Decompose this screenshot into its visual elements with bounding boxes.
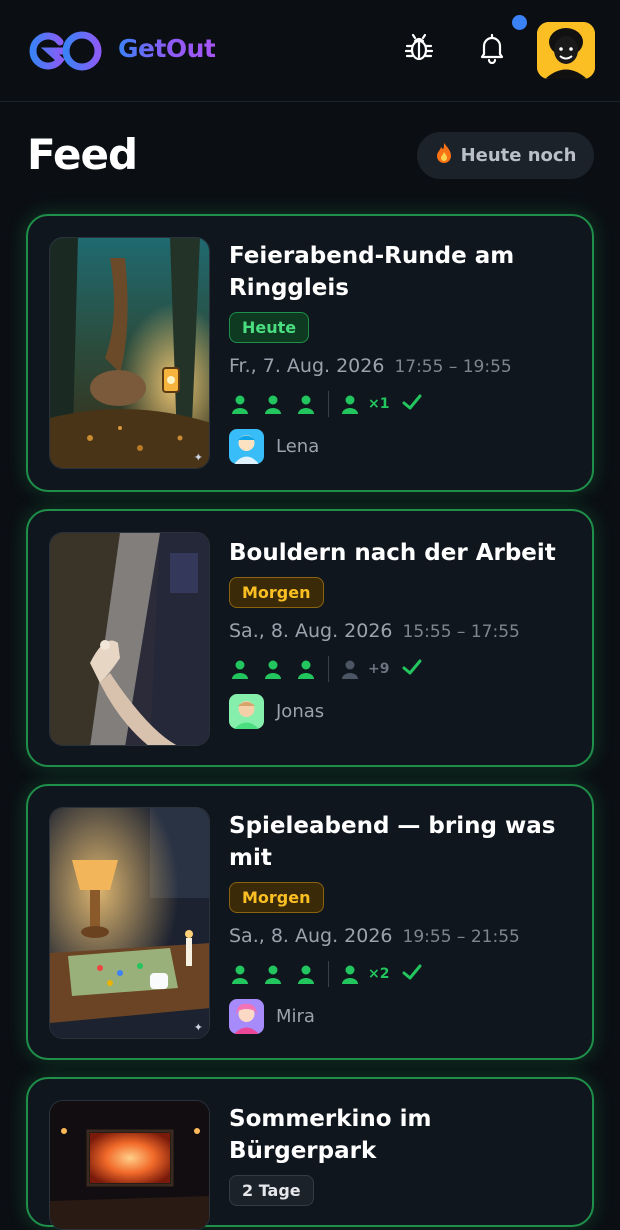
host-row[interactable]: Mira — [229, 999, 579, 1034]
divider — [328, 656, 329, 682]
check-icon — [401, 391, 423, 417]
event-date-text: Sa., 8. Aug. 2026 — [229, 925, 393, 947]
person-icon — [295, 963, 317, 985]
event-date-text: Fr., 7. Aug. 2026 — [229, 355, 385, 377]
event-title: Spieleabend — bring was mit — [229, 813, 556, 871]
host-avatar — [229, 429, 264, 464]
person-icon — [295, 658, 317, 680]
climbing-wall-image — [50, 533, 209, 745]
notifications-button[interactable] — [472, 30, 512, 70]
event-thumbnail — [49, 532, 210, 746]
person-icon — [295, 393, 317, 415]
outdoor-cinema-image — [50, 1101, 209, 1229]
event-time: 17:55 – 19:55 — [394, 357, 512, 377]
event-time: 19:55 – 21:55 — [402, 927, 520, 947]
bug-report-button[interactable] — [399, 30, 439, 70]
sparkle-icon: ✦ — [193, 1021, 203, 1034]
participants-row: ×2 — [229, 961, 579, 987]
event-day-badge: Heute — [229, 312, 310, 343]
event-card[interactable]: ✦ Feierabend-Runde am Ringgleis Heute Fr… — [26, 214, 594, 492]
host-avatar — [229, 694, 264, 729]
event-thumbnail: ✦ — [49, 807, 210, 1039]
participants-row: ×1 — [229, 391, 579, 417]
person-icon — [262, 393, 284, 415]
host-avatar — [229, 999, 264, 1034]
check-icon — [401, 961, 423, 987]
person-icon — [229, 658, 251, 680]
lantern-forest-image — [50, 238, 209, 468]
board-game-table-image — [50, 808, 209, 1038]
app-name: GetOut — [118, 34, 216, 63]
flame-icon — [435, 142, 453, 169]
host-row[interactable]: Jonas — [229, 694, 579, 729]
guest-person-icon — [339, 658, 361, 680]
guest-person-icon — [339, 393, 361, 415]
event-title: Feierabend-Runde am Ringgleis — [229, 243, 515, 301]
event-day-badge: 2 Tage — [229, 1175, 314, 1206]
event-day-badge: Morgen — [229, 882, 324, 913]
event-card[interactable]: Sommerkino im Bürgerpark 2 Tage — [26, 1077, 594, 1230]
profile-avatar-button[interactable] — [537, 22, 595, 79]
sparkle-icon: ✦ — [193, 451, 203, 464]
notification-dot — [512, 15, 527, 30]
host-name: Jonas — [276, 701, 325, 722]
event-card[interactable]: ✦ Spieleabend — bring was mit Morgen Sa.… — [26, 784, 594, 1060]
event-date: Sa., 8. Aug. 2026 15:55 – 17:55 — [229, 620, 579, 642]
divider — [328, 391, 329, 417]
top-bar: GetOut — [0, 0, 620, 102]
host-name: Lena — [276, 436, 320, 457]
event-date-text: Sa., 8. Aug. 2026 — [229, 620, 393, 642]
event-thumbnail — [49, 1100, 210, 1230]
event-title: Sommerkino im Bürgerpark — [229, 1106, 432, 1164]
host-row[interactable]: Lena — [229, 429, 579, 464]
guest-count: ×2 — [368, 966, 390, 982]
event-day-badge: Morgen — [229, 577, 324, 608]
person-icon — [229, 393, 251, 415]
event-thumbnail: ✦ — [49, 237, 210, 469]
event-date: Sa., 8. Aug. 2026 19:55 – 21:55 — [229, 925, 579, 947]
page-title: Feed — [27, 130, 138, 179]
event-card[interactable]: Bouldern nach der Arbeit Morgen Sa., 8. … — [26, 509, 594, 767]
host-name: Mira — [276, 1006, 315, 1027]
logo-icon[interactable] — [26, 28, 106, 74]
guest-count: ×1 — [368, 396, 390, 412]
bug-icon — [403, 32, 435, 68]
guest-person-icon — [339, 963, 361, 985]
filter-label: Heute noch — [460, 145, 577, 166]
check-icon — [401, 656, 423, 682]
event-time: 15:55 – 17:55 — [402, 622, 520, 642]
guest-count: +9 — [368, 661, 390, 677]
person-icon — [262, 658, 284, 680]
event-date: Fr., 7. Aug. 2026 17:55 – 19:55 — [229, 355, 579, 377]
bell-icon — [477, 32, 507, 68]
person-icon — [229, 963, 251, 985]
divider — [328, 961, 329, 987]
participants-row: +9 — [229, 656, 579, 682]
filter-today-button[interactable]: Heute noch — [417, 132, 594, 179]
event-title: Bouldern nach der Arbeit — [229, 540, 556, 566]
user-avatar-icon — [537, 22, 595, 79]
person-icon — [262, 963, 284, 985]
